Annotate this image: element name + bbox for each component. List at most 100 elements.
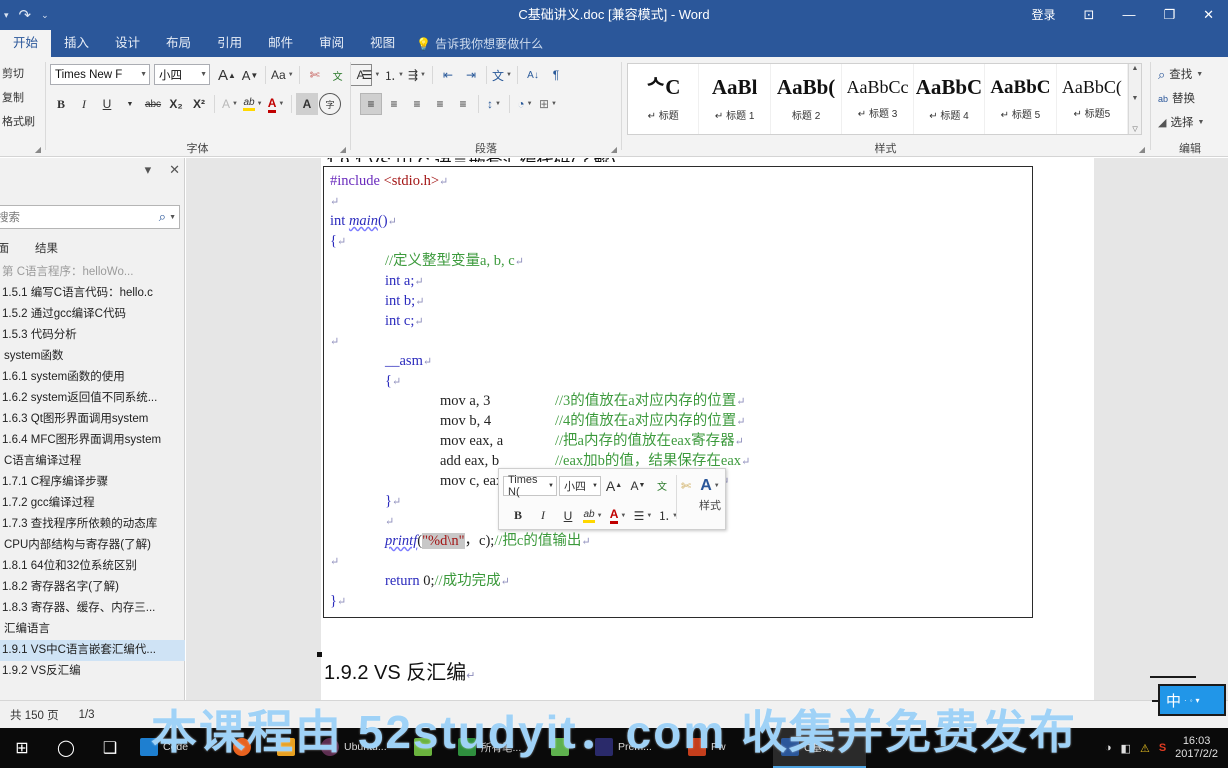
tab-view[interactable]: 视图	[357, 30, 408, 57]
nav-heading-item[interactable]: 1.5.2 通过gcc编译C代码	[0, 304, 185, 325]
underline-dropdown-icon[interactable]: ▼	[119, 93, 141, 115]
clipboard-dialog-launcher[interactable]: ◢	[35, 145, 41, 154]
mini-shrink-font-button[interactable]: A ▼	[627, 475, 649, 497]
chevron-down-icon[interactable]: ▼	[545, 483, 554, 489]
more-styles-icon[interactable]: ▽	[1132, 125, 1137, 133]
shading-icon[interactable]: ◔ ▼	[514, 93, 536, 115]
sign-in-button[interactable]: 登录	[1018, 0, 1070, 30]
chevron-down-icon[interactable]: ▾	[1196, 696, 1200, 705]
copy-button[interactable]: 复制	[0, 86, 35, 110]
status-page-total[interactable]: 共 150 页	[0, 707, 69, 723]
tab-layout[interactable]: 布局	[153, 30, 204, 57]
style-item[interactable]: AaBbCc ↵ 标题 3	[842, 64, 914, 134]
style-item[interactable]: ᄉC ↵ 标题	[628, 64, 700, 134]
justify-icon[interactable]: ≡	[429, 93, 451, 115]
mini-italic-button[interactable]: I	[532, 505, 554, 527]
underline-button[interactable]: U	[96, 93, 118, 115]
strikethrough-button[interactable]: abc	[142, 93, 164, 115]
style-item[interactable]: AaBbC( ↵ 标题5	[1057, 64, 1129, 134]
taskbar-app-evernote[interactable]	[543, 728, 587, 768]
style-item[interactable]: AaBbC ↵ 标题 5	[985, 64, 1057, 134]
align-center-icon[interactable]: ≡	[383, 93, 405, 115]
character-shading-icon[interactable]: A	[296, 93, 318, 115]
scroll-down-icon[interactable]: ▼	[1132, 95, 1139, 102]
font-size-combo[interactable]: 小四 ▼	[154, 64, 210, 85]
select-button[interactable]: ◢ 选择 ▼	[1158, 111, 1204, 135]
shrink-font-button[interactable]: A ▼	[239, 64, 261, 86]
taskbar-app-green[interactable]	[406, 728, 450, 768]
decrease-indent-icon[interactable]: ⇤	[437, 64, 459, 86]
find-button[interactable]: ⌕ 查找 ▼	[1158, 63, 1204, 87]
nav-heading-item[interactable]: 1.8.1 64位和32位系统区别	[0, 556, 185, 577]
sogou-ime-icon[interactable]: S	[1159, 742, 1166, 754]
nav-heading-item[interactable]: 1.6.2 system返回值不同系统...	[0, 388, 185, 409]
scroll-up-icon[interactable]: ▲	[1132, 65, 1139, 72]
superscript-button[interactable]: X²	[188, 93, 210, 115]
nav-heading-item[interactable]: 1.5.1 编写C语言代码：hello.c	[0, 283, 185, 304]
minimize-button[interactable]: —	[1108, 0, 1149, 30]
styles-gallery-scroll[interactable]: ▲ ▼ ▽	[1128, 64, 1141, 134]
bold-button[interactable]: B	[50, 93, 72, 115]
asian-layout-icon[interactable]: 文 ▼	[491, 64, 513, 86]
tab-review[interactable]: 审阅	[306, 30, 357, 57]
nav-heading-item[interactable]: 1.8.2 寄存器名字(了解)	[0, 577, 185, 598]
close-button[interactable]: ✕	[1189, 0, 1228, 30]
nav-tab-pages[interactable]: 页面	[0, 240, 9, 256]
status-page-current[interactable]: 1/3	[69, 709, 105, 721]
search-taskbar-icon[interactable]: ◯	[44, 728, 88, 768]
clock[interactable]: 16:03 2017/2/2	[1175, 735, 1222, 761]
restore-button[interactable]: ❐	[1149, 0, 1189, 30]
mini-phonetic-guide-icon[interactable]: 文	[651, 475, 673, 497]
font-name-combo[interactable]: Times New F ▼	[50, 64, 150, 85]
document-canvas[interactable]: 1.9.1 VS 中 C 语言嵌套汇编代码(了解) #include <stdi…	[186, 158, 1228, 700]
italic-button[interactable]: I	[73, 93, 95, 115]
font-dialog-launcher[interactable]: ◢	[340, 145, 346, 154]
ime-status-indicator[interactable]: 中 · ◦ ▾	[1158, 684, 1226, 716]
show-formatting-marks-icon[interactable]: ¶	[545, 64, 567, 86]
taskbar-app-powerpoint[interactable]: Pw	[680, 728, 773, 768]
sort-icon[interactable]: A↓	[522, 64, 544, 86]
network-icon[interactable]: ◑	[1105, 742, 1112, 754]
tab-mailings[interactable]: 邮件	[255, 30, 306, 57]
nav-heading-item[interactable]: 1.6.4 MFC图形界面调用system	[0, 430, 185, 451]
nav-heading-item[interactable]: 1.5.3 代码分析	[0, 325, 185, 346]
nav-heading-item[interactable]: 1.7.3 查找程序所依赖的动态库	[0, 514, 185, 535]
text-effects-button[interactable]: A ▼	[219, 93, 241, 115]
alert-icon[interactable]: ⚠	[1140, 742, 1150, 755]
nav-heading-item[interactable]: 汇编语言	[0, 619, 185, 640]
chevron-down-icon[interactable]: ▾	[145, 162, 152, 178]
distribute-icon[interactable]: ≡	[452, 93, 474, 115]
chevron-down-icon[interactable]: ▼	[196, 71, 207, 78]
grow-font-button[interactable]: A ▲	[216, 64, 238, 86]
style-item[interactable]: AaBbC ↵ 标题 4	[914, 64, 986, 134]
nav-heading-item[interactable]: 1.9.2 VS反汇编	[0, 661, 185, 682]
style-item[interactable]: AaBl ↵ 标题 1	[699, 64, 771, 134]
tell-me-box[interactable]: 💡 告诉我你想要做什么	[408, 30, 543, 57]
tab-insert[interactable]: 插入	[51, 30, 102, 57]
line-spacing-icon[interactable]: ↕ ▼	[483, 93, 505, 115]
close-icon[interactable]: ✕	[169, 162, 180, 178]
mini-font-size-combo[interactable]: 小四 ▼	[558, 475, 601, 496]
nav-heading-item[interactable]: 1.7.2 gcc编译过程	[0, 493, 185, 514]
nav-heading-item-selected[interactable]: 1.9.1 VS中C语言嵌套汇编代...	[0, 640, 185, 661]
chevron-down-icon[interactable]: ▼	[1196, 63, 1203, 87]
mini-font-name-combo[interactable]: Times N( ▼	[503, 474, 557, 498]
mini-format-painter-icon[interactable]: ✄	[675, 475, 697, 497]
mini-font-color-button[interactable]: A ▼	[607, 505, 629, 527]
taskbar-app-word[interactable]: C基...	[773, 728, 866, 768]
numbering-icon[interactable]: ⒈ ▼	[383, 64, 405, 86]
navigation-heading-list[interactable]: 第 C语言程序：helloWo... 1.5.1 编写C语言代码：hello.c…	[0, 262, 185, 700]
bullets-icon[interactable]: ☰ ▼	[360, 64, 382, 86]
subscript-button[interactable]: X₂	[165, 93, 187, 115]
taskbar-app-firefox[interactable]	[225, 728, 269, 768]
start-button-icon[interactable]: ⊞	[0, 728, 44, 768]
chevron-down-icon[interactable]: ▼	[589, 483, 598, 489]
mini-bullets-icon[interactable]: ☰ ▼	[632, 505, 654, 527]
taskbar-app-vmware[interactable]	[269, 728, 313, 768]
taskbar-app-code[interactable]: Code	[132, 728, 225, 768]
navigation-search-input[interactable]: 搜索 ⌕ ▼	[0, 205, 180, 229]
style-item[interactable]: AaBb( 标题 2	[771, 64, 843, 134]
paragraph-dialog-launcher[interactable]: ◢	[611, 145, 617, 154]
search-icon[interactable]: ⌕	[159, 209, 166, 225]
tab-home[interactable]: 开始	[0, 30, 52, 57]
